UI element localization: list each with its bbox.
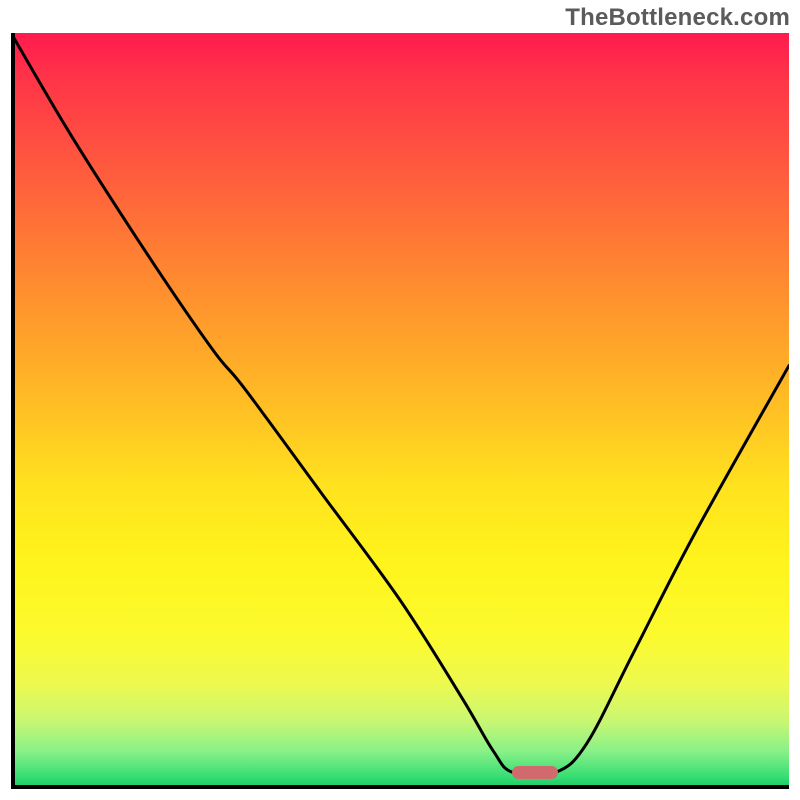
chart-frame: TheBottleneck.com	[0, 0, 800, 800]
plot-area	[11, 33, 789, 789]
watermark-text: TheBottleneck.com	[565, 4, 790, 32]
curve-svg	[11, 33, 789, 789]
bottleneck-curve-path	[11, 33, 789, 776]
optimal-marker	[512, 766, 558, 779]
